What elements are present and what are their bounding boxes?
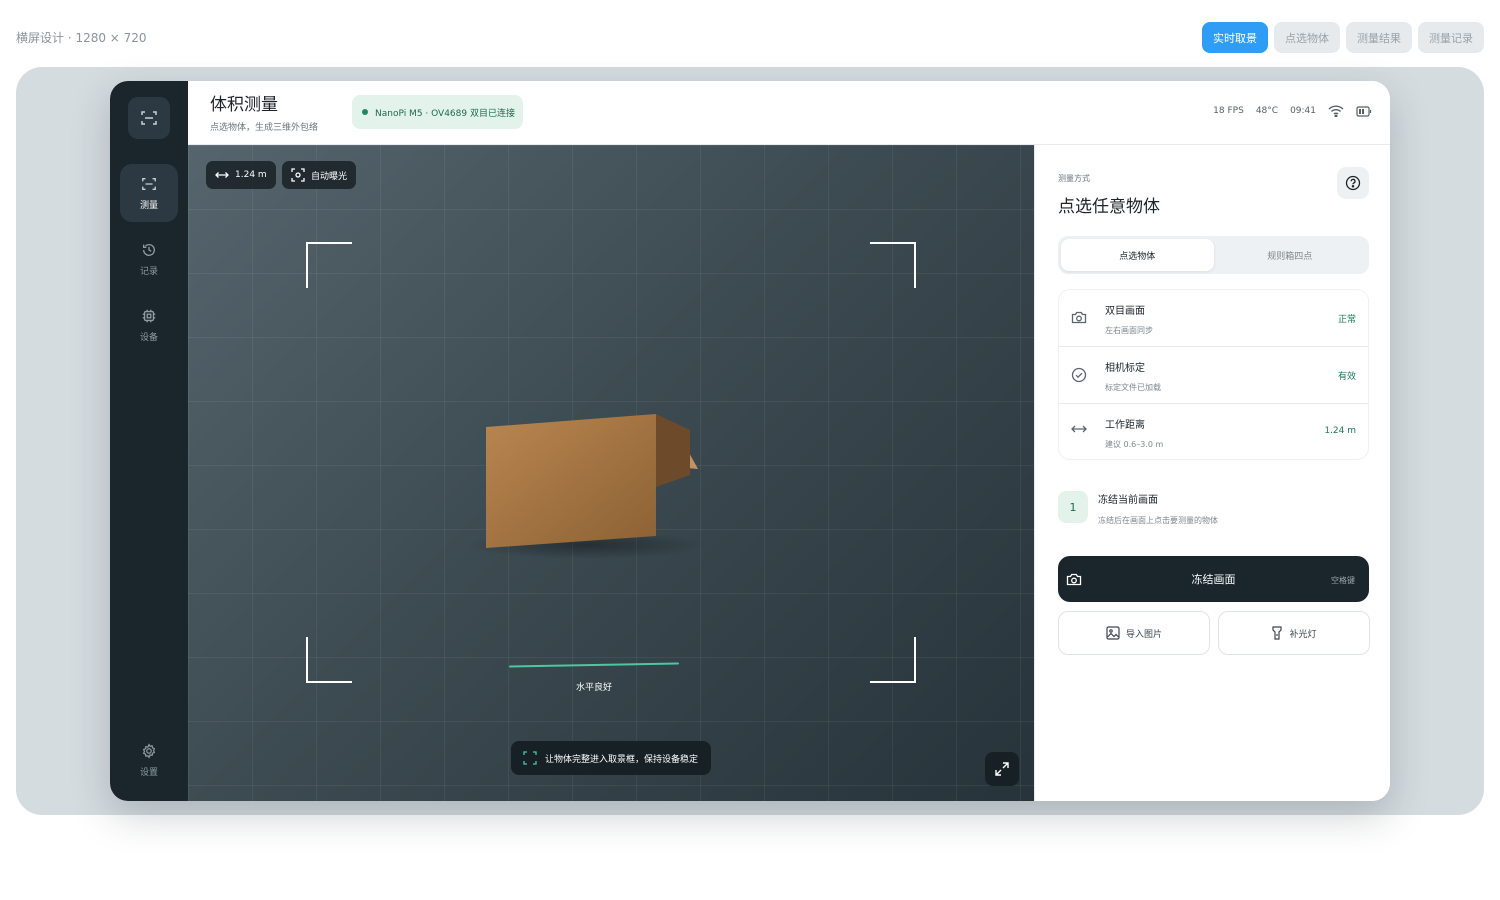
- distance-icon: [215, 172, 229, 178]
- row-desc: 标定文件已加载: [1105, 383, 1161, 392]
- framing-hint-text: 让物体完整进入取景框，保持设备稳定: [545, 754, 699, 765]
- page-subtitle: 点选物体，生成三维外包络: [210, 123, 319, 133]
- step-number-badge: 1: [1058, 491, 1088, 523]
- exposure-label: 自动曝光: [311, 171, 348, 182]
- image-icon: [1106, 626, 1120, 640]
- rail-item-settings[interactable]: 设置: [120, 731, 178, 789]
- measurement-panel: 测量方式 点选任意物体 点选物体 规则箱四点 双目画面 左右画面同步 正常 相机…: [1034, 145, 1390, 801]
- fill-light-button[interactable]: 补光灯: [1218, 611, 1370, 655]
- level-label: 水平良好: [576, 683, 613, 693]
- nav-rail: 测量 记录 设备 设置: [110, 81, 188, 801]
- status-dot-icon: [362, 109, 368, 115]
- list-item: 相机标定 标定文件已加载 有效: [1059, 347, 1368, 404]
- camera-viewport[interactable]: 1.24 m 自动曝光 水平良好 让物体完整进入取景框，保持设备稳定: [188, 145, 1034, 801]
- connection-label: NanoPi M5 · OV4689 双目已连接: [375, 108, 515, 119]
- row-value: 1.24 m: [1324, 426, 1356, 436]
- wifi-icon: [1328, 105, 1344, 117]
- row-value: 正常: [1337, 315, 1356, 325]
- row-name: 双目画面: [1105, 306, 1145, 317]
- import-image-button[interactable]: 导入图片: [1058, 611, 1210, 655]
- focus-icon: [291, 168, 305, 182]
- exposure-chip[interactable]: 自动曝光: [282, 161, 357, 189]
- row-name: 相机标定: [1105, 363, 1145, 374]
- scan-icon: [141, 111, 157, 125]
- row-desc: 建议 0.6–3.0 m: [1105, 440, 1164, 449]
- history-icon: [143, 243, 155, 256]
- check-circle-icon: [1071, 367, 1087, 383]
- light-label: 补光灯: [1289, 629, 1317, 640]
- design-topbar: 横屏设计 · 1280 × 720 实时取景 点选物体 测量结果 测量记录: [0, 0, 1500, 67]
- freeze-shortcut: 空格键: [1331, 576, 1355, 585]
- device-screen: 测量 记录 设备 设置 体积测量 点选物体，生成三维外包络 NanoPi M5 …: [110, 81, 1390, 801]
- rail-item-label: 记录: [139, 266, 158, 277]
- mode-segmented-control: 点选物体 规则箱四点: [1058, 236, 1369, 274]
- gear-icon: [142, 742, 156, 759]
- list-item: 双目画面 左右画面同步 正常: [1059, 290, 1368, 347]
- fps-readout: 18 FPS: [1213, 106, 1244, 116]
- tab-records[interactable]: 测量记录: [1418, 22, 1484, 53]
- list-item: 工作距离 建议 0.6–3.0 m 1.24 m: [1059, 404, 1368, 459]
- help-icon: [1345, 175, 1361, 191]
- distance-icon: [1071, 425, 1087, 433]
- chip-icon: [142, 309, 156, 322]
- design-label: 横屏设计 · 1280 × 720: [16, 31, 147, 45]
- row-value: 有效: [1337, 372, 1356, 382]
- import-label: 导入图片: [1125, 629, 1162, 640]
- battery-icon: [1356, 105, 1372, 117]
- segment-box-four-points[interactable]: 规则箱四点: [1214, 239, 1367, 271]
- screen-tabs: 实时取景 点选物体 测量结果 测量记录: [1202, 22, 1484, 53]
- step-title: 冻结当前画面: [1098, 495, 1158, 506]
- frame-corner-bottom-right: [870, 637, 916, 683]
- distance-chip: 1.24 m: [206, 161, 276, 189]
- rail-item-measure[interactable]: 测量: [120, 164, 178, 222]
- temperature-readout: 48°C: [1255, 106, 1279, 116]
- help-button[interactable]: [1337, 167, 1369, 199]
- freeze-frame-button[interactable]: 冻结画面 空格键: [1058, 556, 1369, 602]
- tab-live-view[interactable]: 实时取景: [1202, 22, 1268, 53]
- header: 体积测量 点选物体，生成三维外包络 NanoPi M5 · OV4689 双目已…: [188, 81, 1390, 145]
- mode-label: 测量方式: [1058, 174, 1090, 183]
- expand-icon: [995, 762, 1009, 776]
- frame-corner-top-left: [306, 242, 352, 288]
- rail-item-records[interactable]: 记录: [120, 230, 178, 288]
- flashlight-icon: [1272, 626, 1283, 640]
- status-list: 双目画面 左右画面同步 正常 相机标定 标定文件已加载 有效 工作距离 建议 0…: [1058, 289, 1369, 460]
- row-name: 工作距离: [1105, 420, 1145, 431]
- status-bar: 18 FPS 48°C 09:41: [1213, 105, 1372, 117]
- segment-select-object[interactable]: 点选物体: [1061, 239, 1214, 271]
- clock: 09:41: [1290, 106, 1316, 116]
- step-desc: 冻结后在画面上点击要测量的物体: [1098, 516, 1218, 525]
- page-title: 体积测量: [210, 95, 278, 115]
- rail-item-device[interactable]: 设备: [120, 296, 178, 354]
- rail-item-label: 测量: [139, 200, 158, 211]
- app-logo[interactable]: [128, 97, 170, 139]
- frame-corner-top-right: [870, 242, 916, 288]
- rail-item-label: 设备: [139, 332, 158, 343]
- focus-frame-icon: [523, 751, 537, 765]
- rail-item-label: 设置: [139, 767, 158, 778]
- row-desc: 左右画面同步: [1105, 326, 1153, 335]
- tab-select-object[interactable]: 点选物体: [1274, 22, 1340, 53]
- distance-value: 1.24 m: [235, 170, 267, 180]
- connection-badge: NanoPi M5 · OV4689 双目已连接: [352, 95, 523, 129]
- frame-corner-bottom-left: [306, 637, 352, 683]
- freeze-label: 冻结画面: [1191, 573, 1236, 586]
- scan-icon: [142, 177, 156, 190]
- cardboard-box-object[interactable]: [468, 363, 728, 563]
- tab-results[interactable]: 测量结果: [1346, 22, 1412, 53]
- fullscreen-button[interactable]: [985, 752, 1019, 786]
- camera-icon: [1071, 311, 1087, 324]
- framing-hint: 让物体完整进入取景框，保持设备稳定: [511, 741, 711, 775]
- mode-title: 点选任意物体: [1058, 197, 1160, 217]
